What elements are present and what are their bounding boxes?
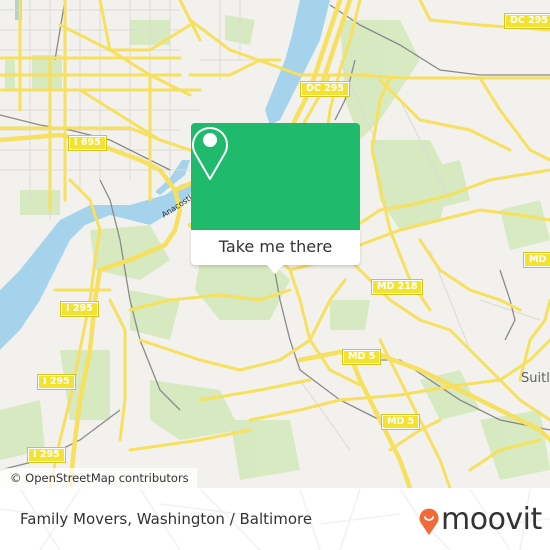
road-shield-md218: MD 218 [370, 279, 424, 295]
road-shield-i295-b: I 295 [37, 374, 76, 390]
map-pin-icon [192, 127, 228, 180]
road-shield-i295-a: I 295 [60, 301, 99, 317]
road-shield-dc295-top: DC 295 [504, 13, 550, 29]
road-shield-dc295-mid: DC 295 [300, 81, 350, 97]
place-title: Family Movers, Washington / Baltimore [20, 510, 313, 528]
map[interactable]: Anacostia I 695 DC 295 DC 295 I 295 I 29… [0, 0, 550, 488]
road-shield-i295-c: I 295 [27, 447, 66, 463]
moovit-pin-logo-icon [419, 508, 439, 535]
road-shield-md5-a: MD 5 [341, 349, 382, 365]
map-attribution[interactable]: © OpenStreetMap contributors [0, 468, 197, 488]
location-popup: Take me there [191, 123, 360, 274]
road-shield-md4: MD 4 [522, 252, 550, 268]
moovit-wordmark: moovit [441, 502, 542, 537]
road-shield-i695: I 695 [68, 135, 107, 151]
footer: Family Movers, Washington / Baltimore mo… [0, 489, 550, 550]
road-shield-md5-b: MD 5 [380, 414, 421, 430]
place-label-suitland: Suitla [521, 371, 550, 386]
take-me-there-button[interactable]: Take me there [191, 230, 360, 274]
popup-tail [266, 264, 284, 274]
take-me-there-label: Take me there [218, 237, 333, 256]
popup-header [191, 123, 360, 230]
